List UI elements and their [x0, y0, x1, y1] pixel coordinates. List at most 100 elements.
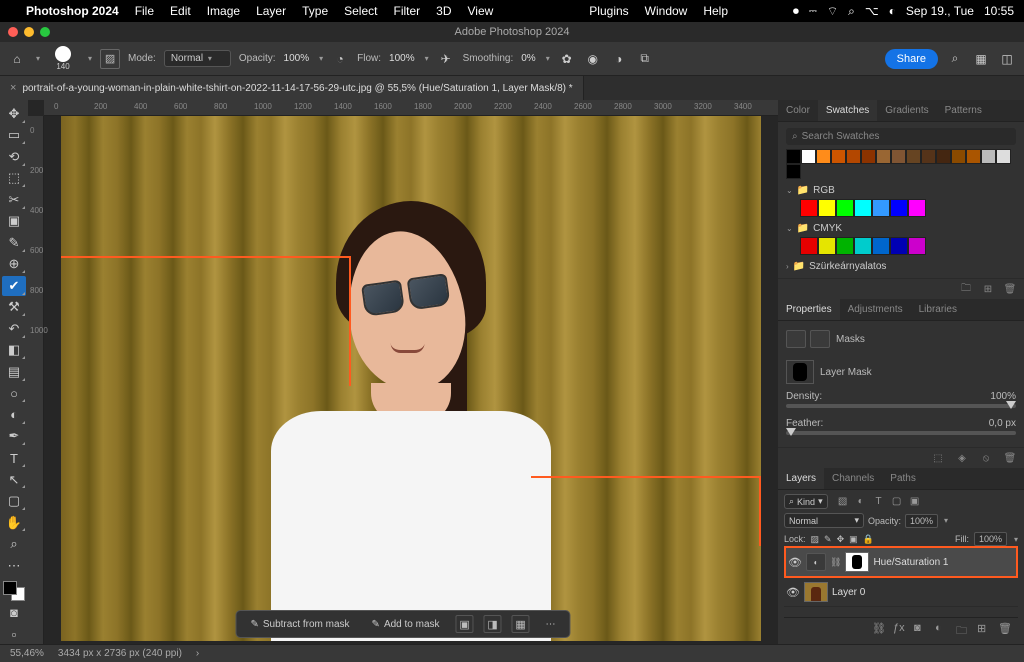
swatch[interactable] — [872, 237, 890, 255]
pressure-opacity-icon[interactable]: ◔ — [331, 50, 349, 68]
blur-tool[interactable]: ○ — [2, 384, 26, 404]
gradient-tool[interactable]: ▤ — [2, 362, 26, 382]
swatch[interactable] — [891, 149, 906, 164]
eyedropper-tool[interactable]: ✎ — [2, 233, 26, 253]
menu-window[interactable]: Window — [645, 4, 688, 18]
close-tab-icon[interactable]: × — [10, 82, 16, 94]
lock-position-icon[interactable]: ✥ — [837, 534, 845, 545]
tab-channels[interactable]: Channels — [824, 468, 882, 489]
symmetry-icon[interactable]: ⧉ — [636, 50, 654, 68]
fill-value[interactable]: 100% — [974, 532, 1007, 546]
blend-mode-select[interactable]: Normal ▾ — [164, 50, 231, 67]
object-select-tool[interactable]: ⬚ — [2, 169, 26, 189]
swatch[interactable] — [890, 237, 908, 255]
tab-paths[interactable]: Paths — [882, 468, 924, 489]
mask-thumbnail[interactable] — [786, 360, 814, 384]
link-layers-icon[interactable]: ⛓ — [872, 622, 886, 636]
opacity-value[interactable]: 100% — [284, 53, 310, 64]
menu-select[interactable]: Select — [344, 4, 377, 18]
foreground-background-colors[interactable] — [3, 581, 25, 601]
tab-libraries[interactable]: Libraries — [911, 299, 965, 320]
horizontal-ruler[interactable]: 0200 400600 8001000 12001400 16001800 20… — [44, 100, 778, 116]
brush-settings-icon[interactable]: ▨ — [100, 49, 120, 69]
window-close[interactable] — [8, 27, 18, 37]
record-icon[interactable]: ⏺ — [793, 4, 799, 19]
filter-type-icon[interactable]: T — [872, 495, 886, 509]
smoothing-options-icon[interactable]: ✿ — [558, 50, 576, 68]
wifi-icon[interactable]: ⌔ — [827, 4, 838, 19]
frame-tool[interactable]: ▣ — [2, 212, 26, 232]
flow-value[interactable]: 100% — [389, 53, 415, 64]
fx-icon[interactable]: ƒx — [893, 622, 907, 636]
menu-image[interactable]: Image — [207, 4, 240, 18]
swatch[interactable] — [966, 149, 981, 164]
window-zoom[interactable] — [40, 27, 50, 37]
swatch[interactable] — [936, 149, 951, 164]
battery-icon[interactable]: ⎓ — [809, 6, 817, 17]
swatch[interactable] — [846, 149, 861, 164]
airbrush-icon[interactable]: ✈ — [437, 50, 455, 68]
swatch[interactable] — [800, 237, 818, 255]
search-tool-icon[interactable]: ⌕ — [946, 50, 964, 68]
layer-opacity-value[interactable]: 100% — [905, 514, 938, 528]
add-mask-icon[interactable]: ◙ — [914, 622, 928, 636]
blend-mode-select[interactable]: Normal ▾ — [784, 513, 864, 528]
status-chevron-icon[interactable]: › — [196, 648, 199, 659]
vertical-ruler[interactable]: 0200 400600 8001000 — [28, 116, 44, 644]
clone-stamp-tool[interactable]: ⚒ — [2, 298, 26, 318]
swatch[interactable] — [816, 149, 831, 164]
control-center-icon[interactable]: ⌥ — [865, 4, 879, 18]
menu-3d[interactable]: 3D — [436, 4, 451, 18]
density-slider[interactable] — [786, 404, 1016, 408]
move-tool[interactable]: ✥ — [2, 104, 26, 124]
search-icon[interactable]: ⌕ — [848, 4, 855, 19]
swatch[interactable] — [786, 149, 801, 164]
swatch[interactable] — [836, 237, 854, 255]
marquee-tool[interactable]: ▭ — [2, 126, 26, 146]
menu-file[interactable]: File — [135, 4, 154, 18]
swatch[interactable] — [836, 199, 854, 217]
screen-mode-toggle[interactable]: ▫ — [2, 624, 26, 644]
tab-layers[interactable]: Layers — [778, 468, 824, 489]
pressure-size-icon[interactable]: ◑ — [610, 50, 628, 68]
mask-thumbnail[interactable] — [845, 552, 869, 572]
dodge-tool[interactable]: ◐ — [2, 405, 26, 425]
swatch[interactable] — [854, 199, 872, 217]
lock-image-icon[interactable]: ✎ — [824, 534, 832, 545]
filter-shape-icon[interactable]: ▢ — [890, 495, 904, 509]
share-button[interactable]: Share — [885, 49, 938, 69]
group-icon[interactable]: 🗀 — [956, 622, 970, 636]
tab-color[interactable]: Color — [778, 100, 818, 121]
pixel-mask-icon[interactable] — [976, 364, 994, 380]
lock-artboard-icon[interactable]: ▣ — [849, 534, 858, 545]
smoothing-value[interactable]: 0% — [521, 53, 535, 64]
brush-tool[interactable]: ✔ — [2, 276, 26, 296]
trash-icon[interactable]: 🗑 — [998, 622, 1012, 636]
layer-filter-kind[interactable]: ⌕ Kind ▾ — [784, 494, 828, 509]
swatch[interactable] — [872, 199, 890, 217]
menu-view[interactable]: View — [468, 4, 494, 18]
search-swatches-input[interactable]: ⌕ Search Swatches — [786, 128, 1016, 145]
filter-adjust-icon[interactable]: ◐ — [854, 495, 868, 509]
menu-layer[interactable]: Layer — [256, 4, 286, 18]
workspace-icon[interactable]: ▦ — [972, 50, 990, 68]
layer-thumbnail[interactable] — [804, 582, 828, 602]
layer-name[interactable]: Hue/Saturation 1 — [873, 557, 948, 568]
folder-icon[interactable]: 🗀 — [958, 282, 974, 296]
adjustment-icon[interactable] — [786, 330, 806, 348]
history-brush-tool[interactable]: ↶ — [2, 319, 26, 339]
lasso-tool[interactable]: ⟲ — [2, 147, 26, 167]
layer-row[interactable]: 👁 Layer 0 — [784, 578, 1018, 607]
layer-name[interactable]: Layer 0 — [832, 587, 865, 598]
menu-edit[interactable]: Edit — [170, 4, 191, 18]
swatch[interactable] — [906, 149, 921, 164]
home-icon[interactable]: ⌂ — [8, 50, 26, 68]
eraser-tool[interactable]: ◧ — [2, 341, 26, 361]
swatch[interactable] — [800, 199, 818, 217]
swatch[interactable] — [801, 149, 816, 164]
menu-filter[interactable]: Filter — [393, 4, 420, 18]
swatch[interactable] — [818, 237, 836, 255]
filter-pixel-icon[interactable]: ▧ — [836, 495, 850, 509]
menu-time[interactable]: 10:55 — [984, 4, 1014, 18]
adjustment-layer-icon[interactable]: ◐ — [935, 622, 949, 636]
